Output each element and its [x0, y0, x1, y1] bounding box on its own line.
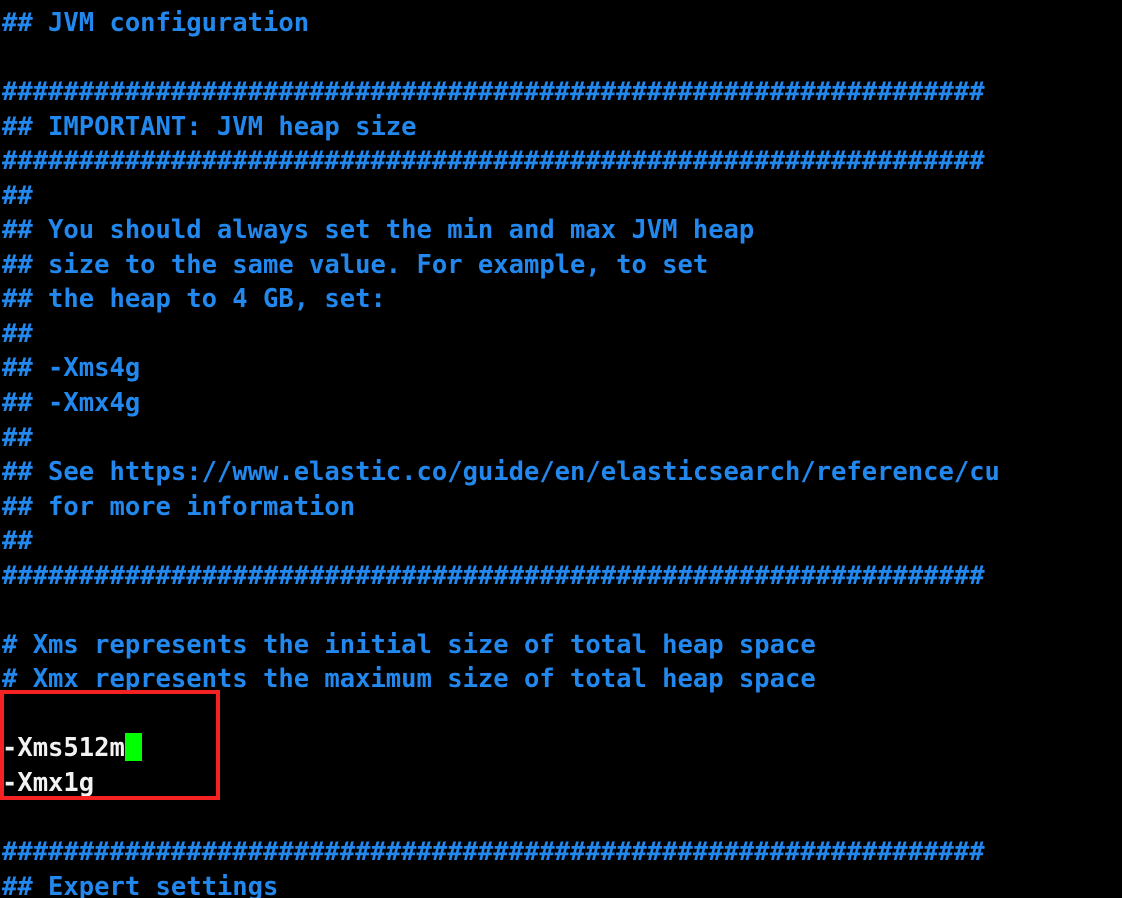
terminal-line: # Xms represents the initial size of tot… [2, 629, 816, 660]
terminal-line: ## -Xms4g [2, 353, 141, 384]
terminal-line: -Xms512m [2, 731, 1122, 766]
terminal-line: ## See https://www.elastic.co/guide/en/e… [2, 457, 1000, 488]
terminal-line: ## -Xmx4g [2, 388, 141, 419]
terminal-line: ## IMPORTANT: JVM heap size [2, 111, 417, 142]
terminal-line: # Xmx represents the maximum size of tot… [2, 664, 816, 695]
terminal-line: ## [2, 422, 33, 453]
terminal-line-text: -Xms512m [2, 733, 125, 764]
terminal-line: ########################################… [2, 837, 985, 868]
terminal-text-buffer[interactable]: ## JVM configuration ####################… [0, 0, 1122, 898]
terminal-line: ## [2, 318, 33, 349]
terminal-line: ########################################… [2, 560, 985, 591]
terminal-window[interactable]: ## JVM configuration ####################… [0, 0, 1122, 898]
terminal-line: ## [2, 180, 33, 211]
terminal-line: ## [2, 526, 33, 557]
terminal-line: ## size to the same value. For example, … [2, 249, 709, 280]
terminal-line: ## for more information [2, 491, 356, 522]
text-cursor [124, 733, 143, 762]
terminal-line: ## the heap to 4 GB, set: [2, 284, 386, 315]
terminal-line: -Xmx1g [2, 768, 95, 799]
terminal-line: ## Expert settings [2, 871, 279, 898]
terminal-line: ########################################… [2, 146, 985, 177]
terminal-line: ## You should always set the min and max… [2, 215, 755, 246]
terminal-line: ########################################… [2, 77, 985, 108]
terminal-line: ## JVM configuration [2, 8, 310, 38]
